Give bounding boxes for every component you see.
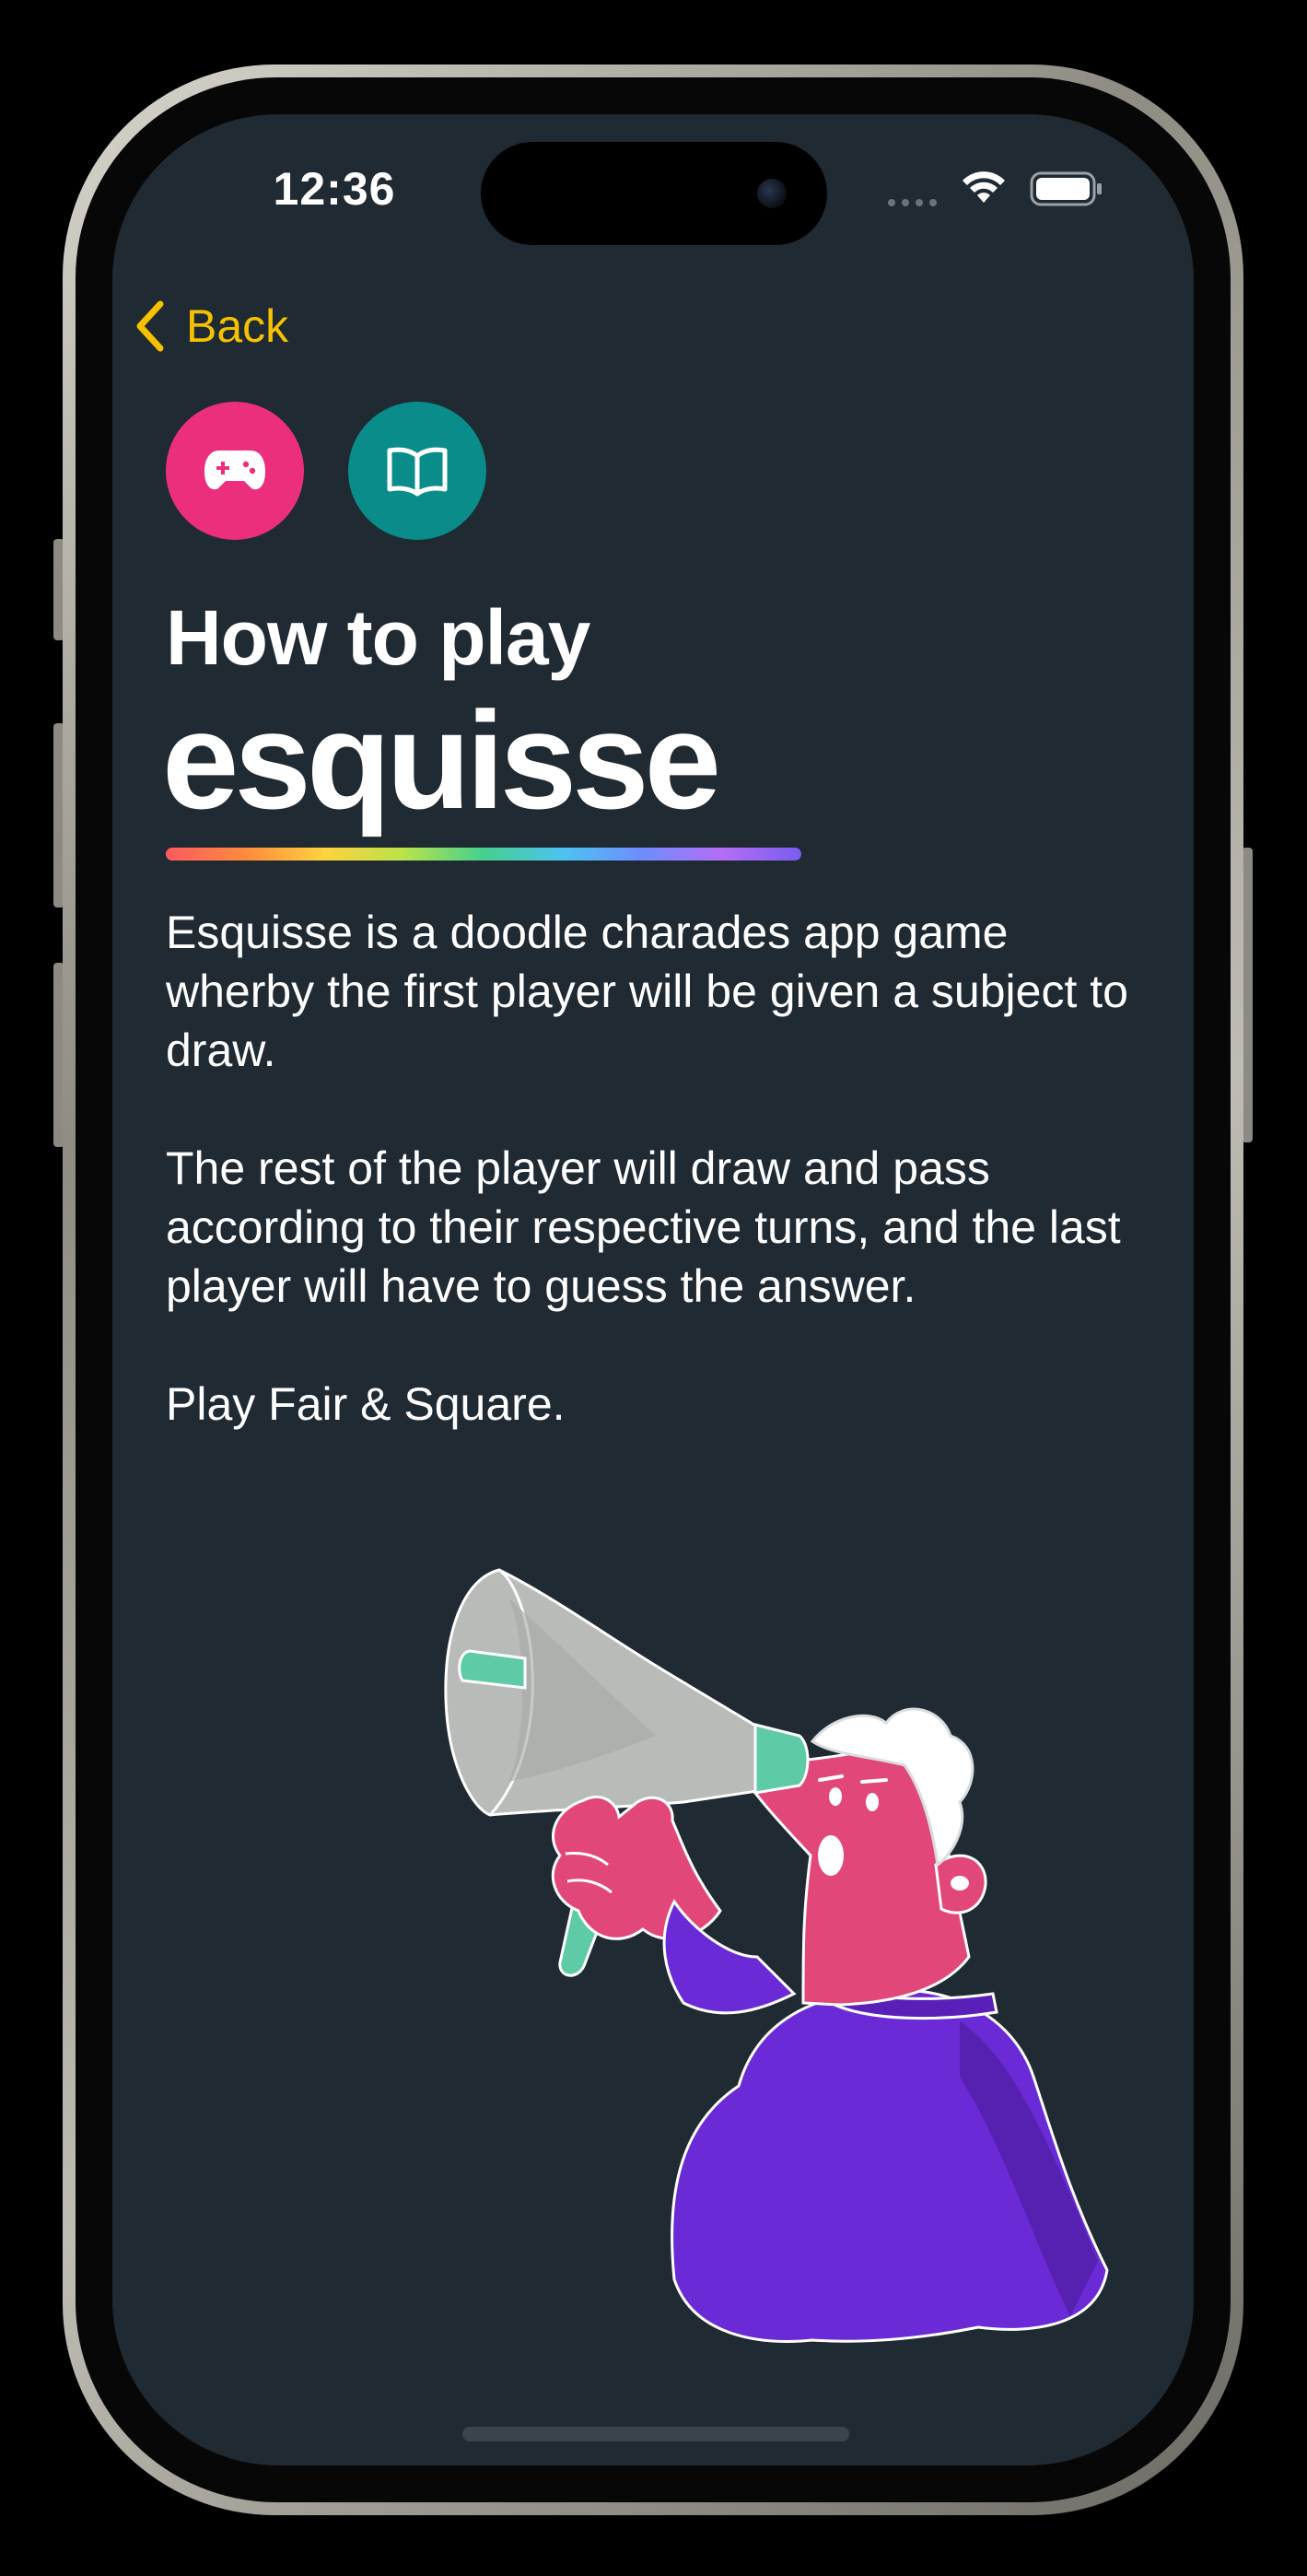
instructions-paragraph: Play Fair & Square. (166, 1378, 566, 1430)
page-subtitle: How to play (166, 594, 590, 681)
instructions-paragraph: Esquisse is a doodle charades app game w… (166, 907, 1128, 1076)
home-indicator[interactable] (462, 2427, 849, 2441)
play-game-button[interactable] (166, 402, 304, 540)
gamepad-icon (204, 451, 265, 490)
rainbow-divider (166, 848, 801, 861)
megaphone-person-illustration (444, 1568, 1109, 2343)
cellular-signal-icon (888, 199, 937, 206)
page-title: esquisse (162, 683, 721, 837)
front-camera-icon (757, 179, 787, 208)
status-time: 12:36 (273, 163, 396, 215)
instructions-paragraph: The rest of the player will draw and pas… (166, 1142, 1121, 1312)
wifi-icon (963, 171, 1005, 203)
battery-icon (1030, 171, 1102, 206)
rules-book-button[interactable] (348, 402, 486, 540)
book-icon (387, 447, 448, 497)
dynamic-island (481, 142, 827, 245)
back-label: Back (186, 300, 289, 352)
instructions-text: Esquisse is a doodle charades app game w… (166, 903, 1142, 1493)
app-screen: 12:36 Back How to play esquisse Esquisse… (112, 114, 1194, 2465)
chevron-left-icon (136, 300, 164, 352)
back-button[interactable]: Back (134, 289, 288, 363)
